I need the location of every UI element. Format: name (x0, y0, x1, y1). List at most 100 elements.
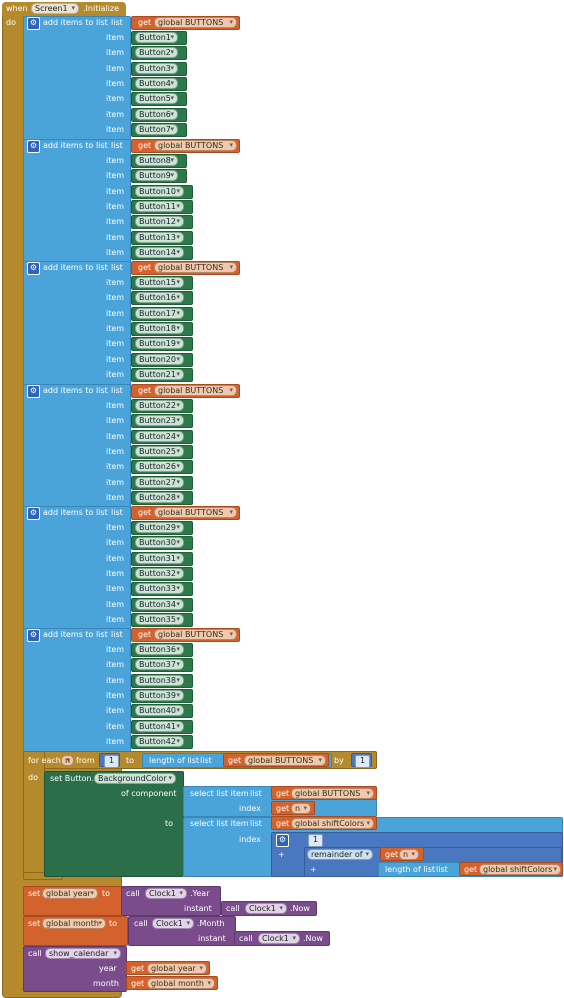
item-socket-label: item (106, 492, 125, 502)
list-socket-label: list (111, 18, 123, 27)
button-component-dropdown[interactable]: Button19 (135, 338, 184, 350)
shiftcolors-var-dropdown[interactable]: global shiftColors (291, 818, 374, 829)
one-value[interactable]: 1 (308, 834, 324, 847)
button-component-dropdown[interactable]: Button25 (135, 445, 184, 457)
button-component-dropdown[interactable]: Button31 (135, 552, 184, 564)
item-socket-label: item (106, 278, 125, 287)
button-component-dropdown[interactable]: Button15 (135, 277, 184, 288)
button-component-dropdown[interactable]: Button4 (135, 77, 178, 89)
button-component-dropdown[interactable]: Button35 (135, 613, 184, 625)
shiftcolors-var-dropdown-2[interactable]: global shiftColors (479, 864, 561, 875)
year-var-dropdown[interactable]: global year (42, 888, 98, 899)
mutator-gear-icon[interactable]: ⚙ (27, 507, 40, 520)
loop-var-n[interactable]: n (61, 755, 74, 766)
item-socket-label: item (106, 523, 125, 532)
of-component-label: of component (121, 789, 177, 798)
button-component-dropdown[interactable]: Button37 (135, 659, 184, 671)
button-component-dropdown[interactable]: Button27 (135, 476, 184, 488)
add-items-label: add items to list (43, 630, 108, 639)
button-component-dropdown[interactable]: Button23 (135, 415, 184, 427)
button-component-dropdown[interactable]: Button5 (135, 93, 178, 105)
button-component-dropdown[interactable]: Button33 (135, 583, 184, 595)
mutator-gear-icon[interactable]: ⚙ (27, 17, 40, 30)
button-component-dropdown[interactable]: Button30 (135, 537, 184, 549)
item-socket-label: item (106, 339, 125, 349)
get-label-5: get (385, 850, 399, 859)
call-now-label-2: call (239, 934, 253, 943)
button-component-dropdown[interactable]: Button28 (135, 491, 184, 503)
button-component-dropdown[interactable]: Button17 (135, 307, 184, 319)
clock-dropdown-2[interactable]: Clock1 (245, 903, 287, 914)
button-component-dropdown[interactable]: Button29 (135, 522, 184, 533)
buttons-var-dropdown[interactable]: global BUTTONS (154, 385, 237, 396)
mutator-gear-icon[interactable]: ⚙ (27, 140, 40, 153)
button-component-dropdown[interactable]: Button38 (135, 674, 184, 686)
buttons-var-dropdown-2[interactable]: global BUTTONS (291, 788, 374, 799)
button-component-dropdown[interactable]: Button12 (135, 216, 184, 228)
by-value[interactable]: 1 (355, 755, 371, 768)
button-component-dropdown[interactable]: Button41 (135, 720, 184, 732)
item-socket-label: item (106, 599, 125, 609)
button-component-dropdown[interactable]: Button40 (135, 705, 184, 717)
n-var-dropdown[interactable]: n (291, 803, 311, 814)
item-socket-label: item (106, 109, 125, 119)
remainder-dropdown[interactable]: remainder of (307, 849, 373, 860)
mutator-gear-icon[interactable]: ⚙ (27, 629, 40, 642)
component-dropdown[interactable]: Screen1 (31, 3, 79, 14)
add-items-label: add items to list (43, 508, 108, 517)
buttons-var-dropdown[interactable]: global BUTTONS (154, 629, 237, 640)
item-socket-label: item (106, 217, 125, 227)
month-get-dropdown[interactable]: global month (147, 978, 215, 989)
from-value[interactable]: 1 (104, 755, 120, 768)
button-component-dropdown[interactable]: Button14 (135, 246, 184, 258)
property-dropdown[interactable]: BackgroundColor (94, 773, 176, 784)
button-component-dropdown[interactable]: Button6 (135, 108, 178, 120)
clock-dropdown-4[interactable]: Clock1 (258, 933, 300, 944)
button-component-dropdown[interactable]: Button9 (135, 170, 178, 182)
button-component-dropdown[interactable]: Button11 (135, 200, 184, 212)
button-component-dropdown[interactable]: Button34 (135, 598, 184, 610)
from-label: from (76, 756, 95, 765)
item-socket-label: item (106, 614, 125, 624)
month-var-dropdown[interactable]: global month (42, 918, 106, 929)
item-socket-label: item (106, 247, 125, 257)
button-component-dropdown[interactable]: Button26 (135, 461, 184, 473)
item-socket-label: item (106, 186, 125, 196)
button-component-dropdown[interactable]: Button10 (135, 185, 184, 197)
button-component-dropdown[interactable]: Button21 (135, 368, 184, 380)
set-month-to-label: to (109, 919, 118, 928)
button-component-dropdown[interactable]: Button8 (135, 155, 178, 166)
button-component-dropdown[interactable]: Button1 (135, 32, 178, 43)
mutator-gear-icon[interactable]: ⚙ (27, 385, 40, 398)
clock-dropdown-3[interactable]: Clock1 (152, 918, 194, 929)
procedure-dropdown[interactable]: show_calendar (45, 948, 121, 959)
button-component-dropdown[interactable]: Button24 (135, 430, 184, 442)
item-socket-label: item (106, 201, 125, 211)
button-component-dropdown[interactable]: Button42 (135, 735, 184, 747)
button-component-dropdown[interactable]: Button13 (135, 231, 184, 243)
button-component-dropdown[interactable]: Button20 (135, 353, 184, 365)
year-get-dropdown[interactable]: global year (147, 963, 207, 974)
select-list-label-2: list (250, 819, 262, 828)
buttons-var-dropdown[interactable]: global BUTTONS (154, 140, 237, 151)
call-month-label: call (134, 919, 148, 928)
button-component-dropdown[interactable]: Button16 (135, 292, 184, 304)
button-component-dropdown[interactable]: Button18 (135, 322, 184, 334)
buttons-var-dropdown[interactable]: global BUTTONS (154, 507, 237, 518)
button-component-dropdown[interactable]: Button2 (135, 47, 178, 59)
set-button-color-block[interactable] (44, 771, 184, 877)
button-component-dropdown[interactable]: Button7 (135, 123, 178, 135)
for-do-label: do (28, 773, 38, 782)
buttons-var-dropdown[interactable]: global BUTTONS (244, 755, 326, 766)
clock-dropdown-1[interactable]: Clock1 (145, 888, 187, 899)
n-var-dropdown-2[interactable]: n (399, 849, 419, 860)
button-component-dropdown[interactable]: Button39 (135, 689, 184, 701)
button-component-dropdown[interactable]: Button22 (135, 400, 184, 411)
button-component-dropdown[interactable]: Button3 (135, 62, 178, 74)
buttons-var-dropdown[interactable]: global BUTTONS (154, 262, 237, 273)
buttons-var-dropdown[interactable]: global BUTTONS (154, 17, 237, 28)
button-component-dropdown[interactable]: Button32 (135, 567, 184, 579)
button-component-dropdown[interactable]: Button36 (135, 644, 184, 655)
mutator-gear-icon[interactable]: ⚙ (276, 834, 289, 847)
mutator-gear-icon[interactable]: ⚙ (27, 262, 40, 275)
